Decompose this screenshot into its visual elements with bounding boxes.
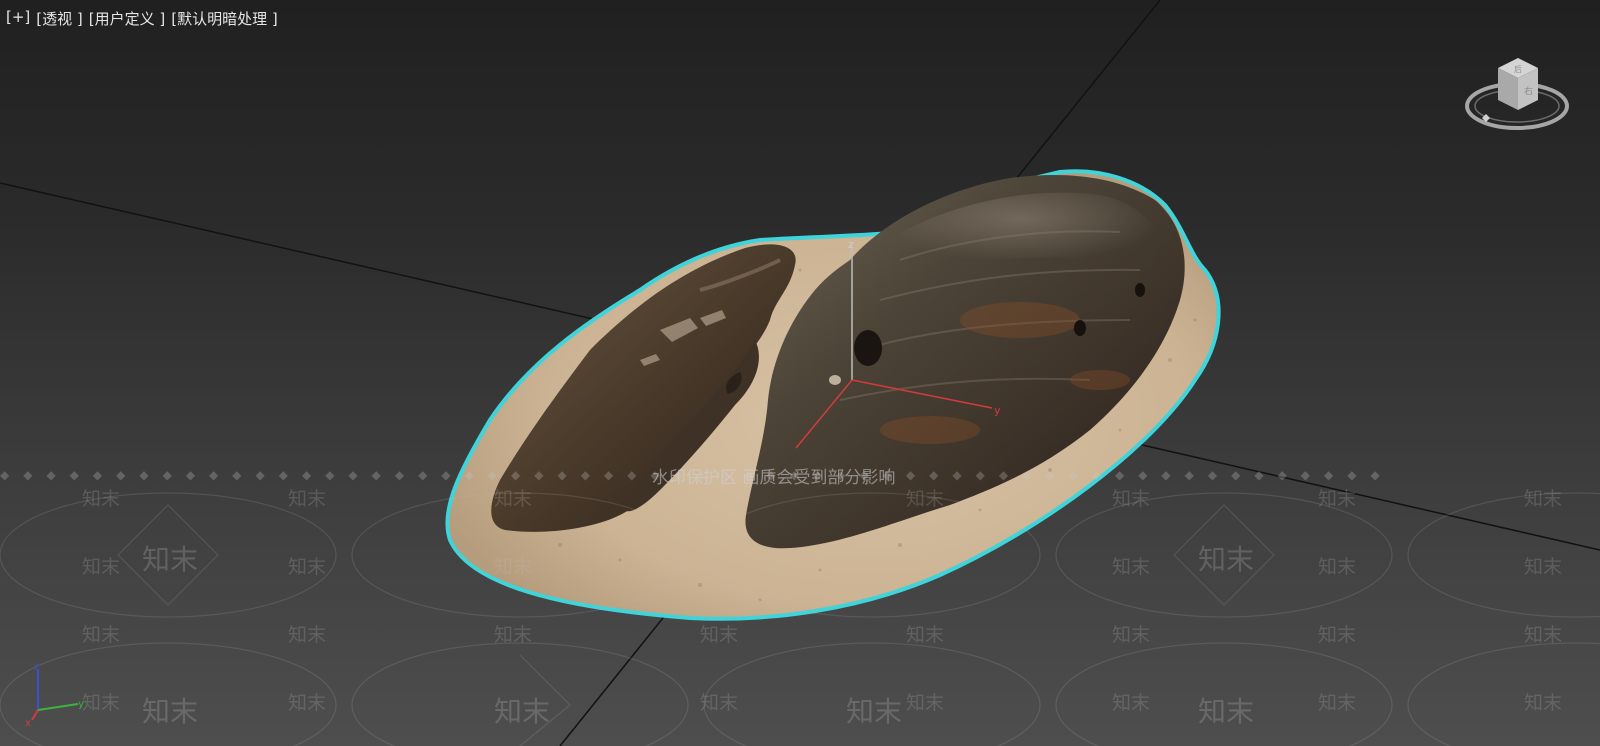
viewport-menu-view[interactable]: [透视 ] <box>36 8 82 29</box>
gizmo-label-y: y <box>994 404 1001 417</box>
perspective-viewport[interactable]: z y ◆◆◆◆◆◆◆◆◆◆◆◆◆◆◆◆◆◆◆◆◆◆◆◆◆◆◆◆◆◆◆◆◆◆◆◆… <box>0 0 1600 746</box>
axis-tripod-x: x <box>25 718 31 729</box>
axis-tripod-y: y <box>78 699 84 710</box>
scene-canvas[interactable]: z y <box>0 0 1600 746</box>
viewcube-face-front: 右 <box>1524 85 1533 97</box>
viewcube-face-top: 后 <box>1514 64 1522 74</box>
viewport-label-bar: [+] [透视 ] [用户定义 ] [默认明暗处理 ] <box>6 8 278 29</box>
axis-tripod-z: z <box>34 664 39 673</box>
axis-tripod: z y x <box>25 664 84 729</box>
viewport-menu-custom[interactable]: [用户定义 ] <box>89 8 165 29</box>
viewport-menu-plus[interactable]: [+] <box>6 8 30 29</box>
viewcube-icon[interactable]: 后 右 <box>1462 48 1572 138</box>
gizmo-label-z: z <box>848 238 854 251</box>
viewport-menu-shading[interactable]: [默认明暗处理 ] <box>171 8 277 29</box>
